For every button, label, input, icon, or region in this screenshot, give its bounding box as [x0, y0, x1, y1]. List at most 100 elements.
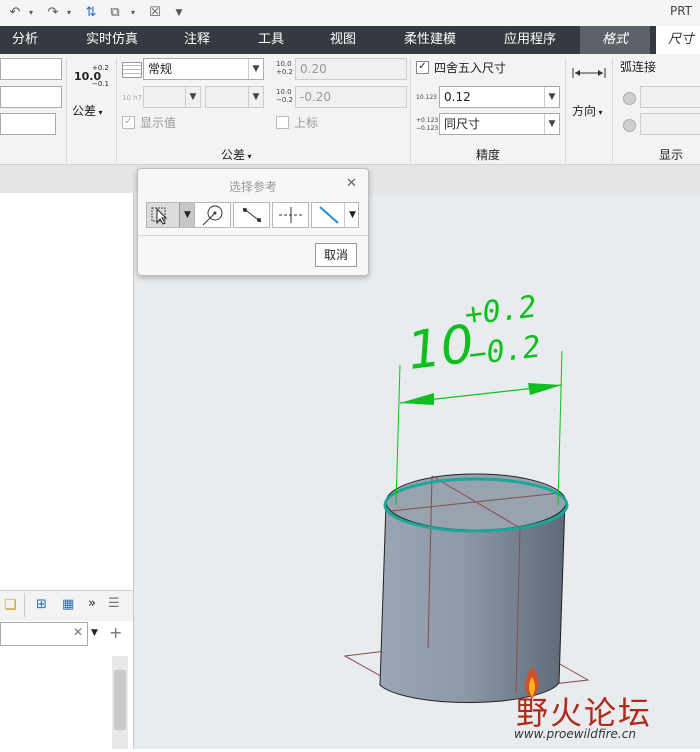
select-cursor-button[interactable]: ▼ — [146, 202, 195, 228]
tolerance-decimal-select[interactable]: 同尺寸 ▼ — [439, 113, 560, 135]
toolbar-divider — [24, 593, 25, 617]
fit-class-select: ▼ — [143, 86, 201, 108]
ribbon-separator — [116, 58, 117, 162]
extension-line-right — [557, 350, 563, 506]
search-dropdown-icon[interactable]: ▼ — [91, 628, 98, 638]
tab-analysis[interactable]: 分析 — [0, 26, 50, 54]
tolerance-icon[interactable]: 10.0 +0.2 −0.1 — [72, 62, 112, 90]
chevron-down-icon: ▼ — [248, 59, 263, 79]
chevron-down-icon: ▾ — [96, 108, 103, 117]
tab-applications[interactable]: 应用程序 — [490, 26, 570, 54]
tolerance-button-label: 公差 — [72, 104, 97, 118]
direction-button[interactable]: 方向 ▾ — [572, 102, 603, 119]
decimal-places-icon: 10.123 — [416, 94, 437, 101]
round-dimension-checkbox[interactable]: ✓ — [416, 61, 429, 74]
quick-access-toolbar: ↶ ▾ ↷ ▾ ⇅ ⧉ ▾ ☒ ▼ PRT — [0, 0, 700, 27]
customize-toolbar-icon[interactable]: ▼ — [172, 4, 186, 22]
dimension-upper-tolerance-text[interactable]: +0.2 — [463, 289, 539, 333]
scrollbar-thumb[interactable] — [114, 670, 126, 730]
undo-dropdown-icon[interactable]: ▾ — [26, 4, 36, 22]
folder-icon[interactable]: ❏ — [4, 597, 17, 613]
display-group-label: 显示 — [659, 148, 684, 162]
more-icon[interactable]: » — [88, 596, 96, 611]
tolerance-group-launcher[interactable]: 公差 ▾ — [221, 146, 252, 163]
windows-icon[interactable]: ⧉ — [106, 4, 124, 22]
arc-option-1-radio — [623, 92, 636, 105]
chevron-down-icon: ▾ — [245, 152, 252, 161]
regenerate-icon[interactable]: ⇅ — [82, 4, 100, 22]
midpoint-button[interactable] — [272, 202, 309, 228]
tolerance-button[interactable]: 公差 ▾ — [72, 102, 112, 118]
undo-icon[interactable]: ↶ — [6, 4, 24, 22]
line-button[interactable]: ▼ — [311, 202, 359, 228]
tolerance-group-label: 公差 — [221, 148, 246, 162]
upper-tolerance-field[interactable]: 0.20 — [295, 58, 407, 80]
model-tree-search-input[interactable]: ✕ — [0, 622, 88, 646]
point-to-point-icon — [242, 207, 262, 223]
lower-tolerance-icon: 10.0 −0.2 — [276, 88, 293, 104]
close-window-icon[interactable]: ☒ — [146, 4, 164, 22]
ribbon-separator — [66, 58, 67, 162]
superscript-checkbox — [276, 116, 289, 129]
tab-dimension[interactable]: 尺寸 — [656, 26, 700, 54]
chevron-down-icon[interactable]: ▼ — [179, 203, 195, 227]
tolerance-display-select[interactable]: 常规 ▼ — [143, 58, 264, 80]
chevron-down-icon[interactable]: ▼ — [344, 203, 360, 227]
point-to-point-button[interactable] — [233, 202, 270, 228]
tab-format[interactable]: 格式 — [580, 26, 650, 54]
dimension-arrow-left — [400, 393, 434, 405]
select-reference-dialog: 选择参考 ✕ ▼ ▼ 取消 — [137, 168, 369, 276]
value-field-2[interactable] — [0, 86, 62, 108]
redo-dropdown-icon[interactable]: ▾ — [64, 4, 74, 22]
round-dimension-label: 四舍五入尺寸 — [434, 61, 507, 75]
graphics-window[interactable]: 10 +0.2 −0.2 — [134, 193, 700, 749]
line-icon — [319, 206, 339, 224]
direction-arrows-svg — [572, 68, 606, 78]
arc-option-2-radio — [623, 119, 636, 132]
chevron-down-icon: ▼ — [185, 87, 200, 107]
value-field-1[interactable] — [0, 58, 62, 80]
circle-center-icon — [202, 205, 223, 226]
arc-option-2-field — [640, 113, 700, 135]
lower-tolerance-field[interactable]: -0.20 — [295, 86, 407, 108]
fit-icon: 10 h7 — [122, 94, 143, 102]
tab-live-simulation[interactable]: 实时仿真 — [72, 26, 152, 54]
midpoint-icon — [279, 207, 303, 223]
table-icon — [122, 62, 142, 78]
dialog-title: 选择参考 — [228, 180, 277, 194]
show-value-checkbox: ✓ — [122, 116, 135, 129]
direction-icon[interactable] — [572, 66, 606, 80]
fit-grade-select: ▼ — [205, 86, 264, 108]
close-icon[interactable]: ✕ — [346, 176, 357, 191]
show-value-label: 显示值 — [140, 116, 177, 130]
tab-tools[interactable]: 工具 — [246, 26, 296, 54]
window-title: PRT — [669, 4, 692, 18]
model-viewport-svg: 10 +0.2 −0.2 — [343, 289, 590, 704]
ribbon-tab-bar: 分析 实时仿真 注释 工具 视图 柔性建模 应用程序 格式 尺寸 — [0, 26, 700, 54]
superscript-label: 上标 — [294, 116, 319, 130]
chevron-down-icon: ▼ — [248, 87, 263, 107]
clear-icon[interactable]: ✕ — [73, 625, 83, 639]
add-icon[interactable]: + — [109, 623, 122, 642]
select-cursor-icon — [151, 207, 168, 225]
tab-view[interactable]: 视图 — [318, 26, 368, 54]
value-field-3[interactable] — [0, 113, 56, 135]
redo-icon[interactable]: ↷ — [44, 4, 62, 22]
dimension-lower-tolerance-text[interactable]: −0.2 — [467, 329, 543, 373]
tab-annotate[interactable]: 注释 — [172, 26, 222, 54]
dialog-divider — [138, 235, 368, 236]
settings-list-icon[interactable]: ☰ — [108, 596, 120, 611]
windows-dropdown-icon[interactable]: ▾ — [128, 4, 138, 22]
tree-filter-icon[interactable]: ⊞ — [36, 597, 47, 612]
circle-center-button[interactable] — [194, 202, 231, 228]
cancel-button[interactable]: 取消 — [315, 243, 357, 267]
upper-tolerance-icon: 10.0 +0.2 — [276, 60, 293, 76]
model-tree-toolbar: ❏ ⊞ ▦ » ☰ — [0, 590, 133, 621]
ribbon-panel: 10.0 +0.2 −0.1 公差 ▾ 常规 ▼ 10 h7 ▼ ▼ ✓ 显示值… — [0, 54, 700, 165]
ribbon-separator — [410, 58, 411, 162]
ribbon-separator — [565, 58, 566, 162]
tab-flexible-modeling[interactable]: 柔性建模 — [390, 26, 470, 54]
dimension-arrow-right — [528, 383, 562, 395]
decimal-places-select[interactable]: 0.12 ▼ — [439, 86, 560, 108]
columns-icon[interactable]: ▦ — [62, 597, 74, 612]
